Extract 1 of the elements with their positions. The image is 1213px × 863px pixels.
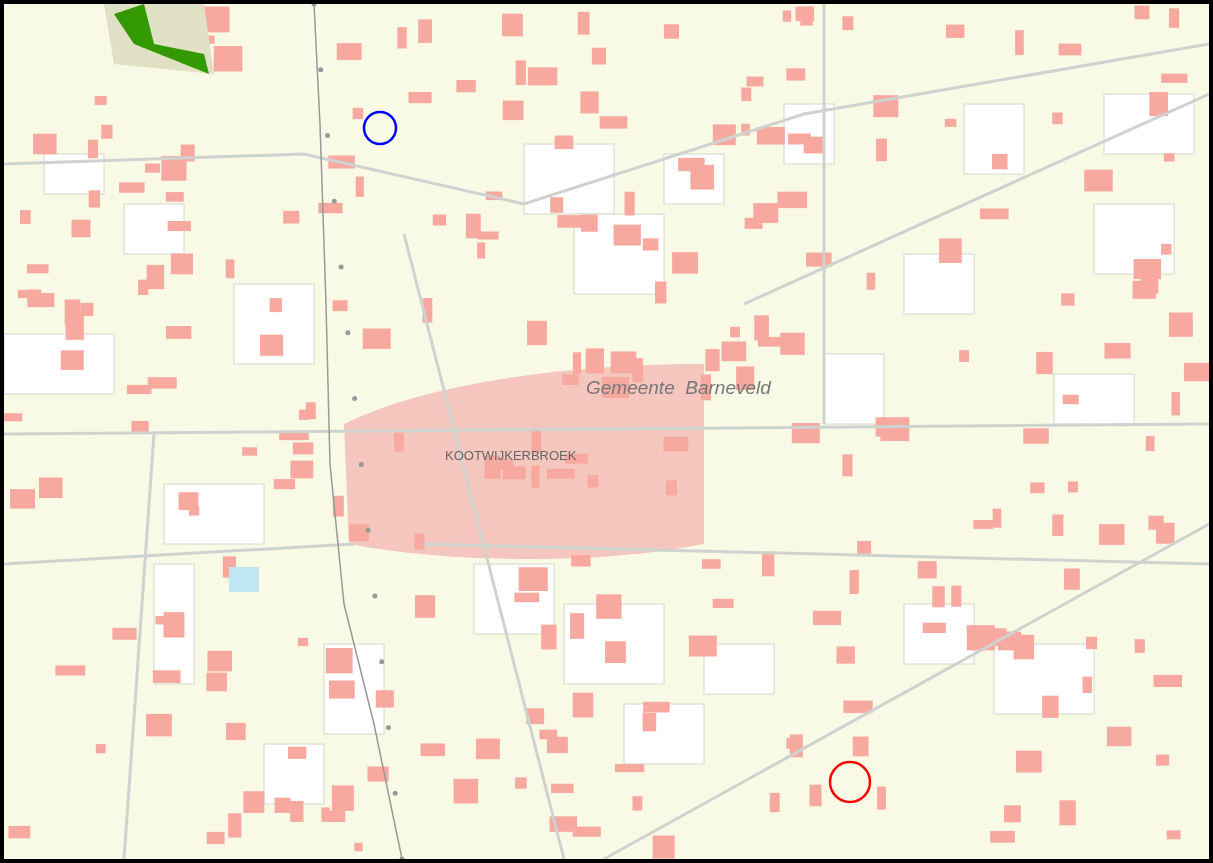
- place-label: KOOTWIJKERBROEK: [445, 447, 577, 465]
